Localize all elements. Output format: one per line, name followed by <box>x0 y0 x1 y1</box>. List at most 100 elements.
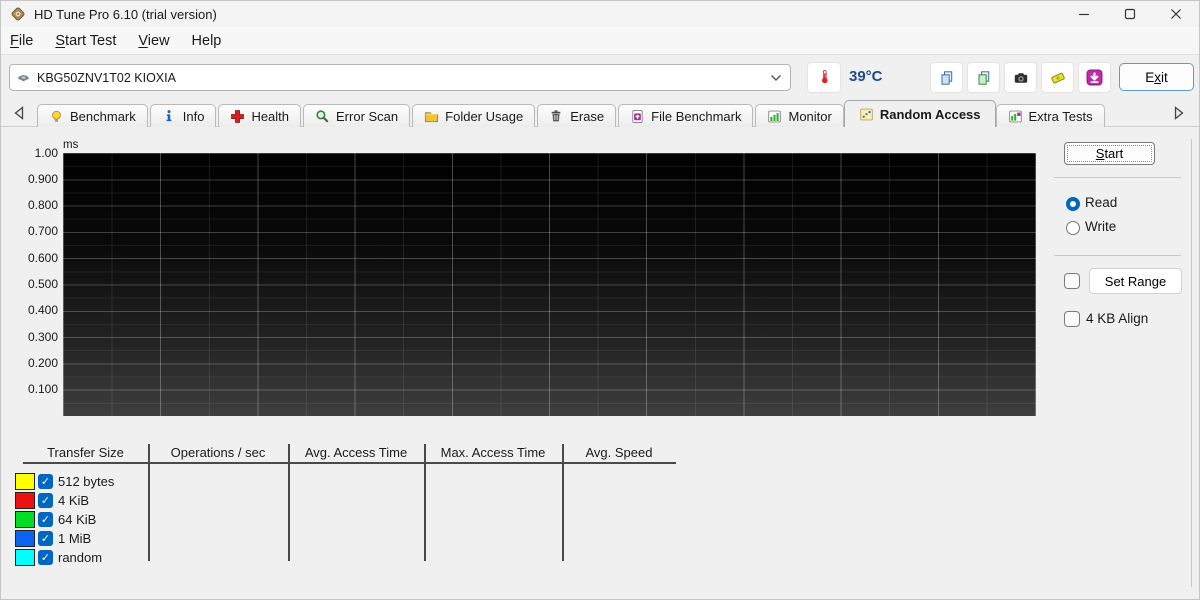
y-axis-tick-label: 0.100 <box>1 382 58 397</box>
download-icon <box>1086 69 1103 86</box>
close-button[interactable] <box>1153 1 1199 27</box>
disk-icon <box>16 70 31 85</box>
series-color-swatch <box>15 492 35 509</box>
temperature-button[interactable] <box>807 62 841 93</box>
read-radio[interactable] <box>1066 197 1080 211</box>
y-axis-tick-label: 0.700 <box>1 224 58 239</box>
set-range-button[interactable]: Set Range <box>1089 268 1182 294</box>
hdtune-logo-icon <box>10 6 26 22</box>
write-radio[interactable] <box>1066 221 1080 235</box>
tab-random-access[interactable]: Random Access <box>844 100 996 127</box>
series-label: 64 KiB <box>58 512 96 527</box>
series-label: 4 KiB <box>58 493 89 508</box>
chart-unit-label: ms <box>63 139 78 151</box>
tab-benchmark[interactable]: Benchmark <box>37 104 148 127</box>
window-title: HD Tune Pro 6.10 (trial version) <box>34 7 217 22</box>
health-cross-icon <box>230 109 245 124</box>
series-color-swatch <box>15 511 35 528</box>
magnifier-icon <box>315 109 330 124</box>
thermometer-icon <box>817 69 832 87</box>
maximize-button[interactable] <box>1107 1 1153 27</box>
menu-item-view[interactable]: View <box>127 33 180 49</box>
series-checkbox[interactable]: ✓ <box>38 550 53 565</box>
tab-label: Benchmark <box>70 109 136 124</box>
header-underline <box>23 462 676 464</box>
tab-label: Extra Tests <box>1029 109 1093 124</box>
copy-button[interactable] <box>930 62 963 93</box>
title-bar: HD Tune Pro 6.10 (trial version) <box>1 1 1199 27</box>
series-color-swatch <box>15 530 35 547</box>
set-range-checkbox[interactable] <box>1064 273 1080 289</box>
tab-extra-tests[interactable]: Extra Tests <box>996 104 1105 127</box>
copy-image-button[interactable] <box>967 62 1000 93</box>
column-separator <box>148 444 150 561</box>
tab-info[interactable]: Info <box>150 104 217 127</box>
menu-item-start-test[interactable]: Start Test <box>44 33 127 49</box>
series-checkbox[interactable]: ✓ <box>38 474 53 489</box>
save-button[interactable] <box>1041 62 1074 93</box>
close-icon <box>1170 8 1182 20</box>
access-time-chart <box>63 153 1036 416</box>
tab-label: Monitor <box>788 109 831 124</box>
tab-file-benchmark[interactable]: File Benchmark <box>618 104 753 127</box>
menu-bar: FileStart TestViewHelp <box>1 27 1199 55</box>
copy-image-icon <box>976 70 992 86</box>
tab-strip: Benchmark Info Health Error Scan Folder Usag… <box>1 101 1199 127</box>
menu-item-help[interactable]: Help <box>181 33 233 49</box>
series-checkbox[interactable]: ✓ <box>38 512 53 527</box>
copy-icon <box>939 70 955 86</box>
minimize-button[interactable] <box>1061 1 1107 27</box>
y-axis-tick-label: 0.800 <box>1 198 58 213</box>
menu-item-file[interactable]: File <box>1 33 44 49</box>
trash-icon <box>549 109 564 124</box>
series-color-swatch <box>15 473 35 490</box>
temperature-value: 39°C <box>849 68 883 85</box>
screenshot-button[interactable] <box>1004 62 1037 93</box>
toolbar-buttons <box>930 62 1111 93</box>
download-button[interactable] <box>1078 62 1111 93</box>
drive-select[interactable]: KBG50ZNV1T02 KIOXIA <box>9 64 791 91</box>
y-axis-tick-label: 0.200 <box>1 356 58 371</box>
column-header-max-access-time: Max. Access Time <box>424 444 562 462</box>
start-button[interactable]: Start <box>1064 142 1155 165</box>
chart-y-axis: 1.000.9000.8000.7000.6000.5000.4000.3000… <box>1 153 58 423</box>
tab-monitor[interactable]: Monitor <box>755 104 843 127</box>
file-benchmark-icon <box>630 109 645 124</box>
series-label: 512 bytes <box>58 474 114 489</box>
align-checkbox-label: 4 KB Align <box>1086 311 1148 326</box>
align-checkbox[interactable] <box>1064 311 1080 327</box>
maximize-icon <box>1124 8 1136 20</box>
info-icon <box>162 109 177 124</box>
scatter-chart-icon <box>859 107 874 122</box>
tab-label: Folder Usage <box>445 109 523 124</box>
separator <box>1054 177 1181 178</box>
y-axis-tick-label: 0.900 <box>1 172 58 187</box>
tab-health[interactable]: Health <box>218 104 301 127</box>
column-separator <box>424 444 426 561</box>
column-separator <box>288 444 290 561</box>
separator <box>1054 255 1181 256</box>
tabs: Benchmark Info Health Error Scan Folder Usag… <box>37 100 1107 127</box>
y-axis-tick-label: 1.00 <box>1 146 58 161</box>
y-axis-tick-label: 0.400 <box>1 303 58 318</box>
series-label: random <box>58 550 102 565</box>
tab-erase[interactable]: Erase <box>537 104 616 127</box>
tab-folder-usage[interactable]: Folder Usage <box>412 104 535 127</box>
tab-label: Info <box>183 109 205 124</box>
tab-error-scan[interactable]: Error Scan <box>303 104 410 127</box>
extra-tests-icon <box>1008 109 1023 124</box>
series-checkbox[interactable]: ✓ <box>38 531 53 546</box>
results-table-header: Transfer SizeOperations / secAvg. Access… <box>23 444 676 462</box>
chevron-down-icon <box>770 74 782 82</box>
lightbulb-icon <box>49 109 64 124</box>
tab-label: Error Scan <box>336 109 398 124</box>
column-separator <box>562 444 564 561</box>
exit-button[interactable]: Exit <box>1119 63 1194 91</box>
series-checkbox[interactable]: ✓ <box>38 493 53 508</box>
tab-scroll-left-icon[interactable] <box>13 106 25 125</box>
hd-tune-window: HD Tune Pro 6.10 (trial version) FileSta… <box>0 0 1200 600</box>
minimize-icon <box>1078 8 1090 20</box>
tab-scroll-right-icon[interactable] <box>1173 106 1185 125</box>
tab-label: File Benchmark <box>651 109 741 124</box>
monitor-chart-icon <box>767 109 782 124</box>
